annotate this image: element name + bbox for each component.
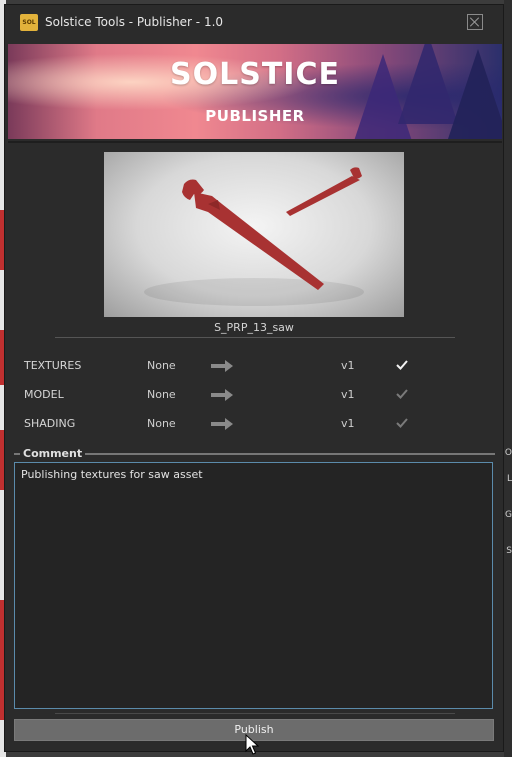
checkbox-model[interactable] — [395, 387, 409, 401]
mouse-cursor-icon — [245, 734, 259, 755]
banner-subtitle: PUBLISHER — [205, 107, 305, 125]
row-source: None — [147, 388, 176, 401]
divider — [55, 713, 455, 714]
comment-group-border — [14, 453, 495, 455]
publisher-window: SOL Solstice Tools - Publisher - 1.0 SOL… — [4, 4, 504, 752]
asset-name-label: S_PRP_13_saw — [214, 321, 294, 334]
bg-letter: S — [506, 546, 512, 556]
row-version: v1 — [341, 417, 355, 430]
arrow-right-icon — [211, 418, 233, 430]
publish-row-model: MODEL None v1 — [5, 385, 503, 405]
arrow-right-icon — [211, 389, 233, 401]
bg-letter: O — [504, 448, 512, 458]
asset-preview-image — [104, 152, 404, 317]
checkbox-textures[interactable] — [395, 358, 409, 372]
row-version: v1 — [341, 388, 355, 401]
close-button[interactable] — [467, 14, 483, 30]
row-source: None — [147, 359, 176, 372]
row-version: v1 — [341, 359, 355, 372]
header-banner: SOLSTICE PUBLISHER — [8, 44, 502, 139]
row-category: MODEL — [24, 388, 64, 401]
divider — [55, 337, 455, 338]
comment-label: Comment — [20, 447, 86, 460]
solstice-logo: SOLSTICE — [170, 57, 340, 92]
comment-group: Comment Publishing textures for saw asse… — [14, 447, 495, 713]
header-separator — [8, 141, 502, 143]
bg-letter: L — [506, 474, 512, 484]
title-bar[interactable]: SOL Solstice Tools - Publisher - 1.0 — [5, 5, 503, 41]
bg-letter: G — [505, 510, 512, 520]
window-title: Solstice Tools - Publisher - 1.0 — [45, 15, 224, 29]
app-icon: SOL — [20, 14, 38, 31]
background-window-right: O L G S — [504, 0, 512, 757]
saw-render — [144, 167, 364, 306]
comment-textarea[interactable]: Publishing textures for saw asset — [14, 462, 493, 709]
checkbox-shading[interactable] — [395, 416, 409, 430]
publish-row-shading: SHADING None v1 — [5, 414, 503, 434]
row-category: TEXTURES — [24, 359, 82, 372]
row-category: SHADING — [24, 417, 76, 430]
arrow-right-icon — [211, 360, 233, 372]
publish-row-textures: TEXTURES None v1 — [5, 356, 503, 376]
row-source: None — [147, 417, 176, 430]
